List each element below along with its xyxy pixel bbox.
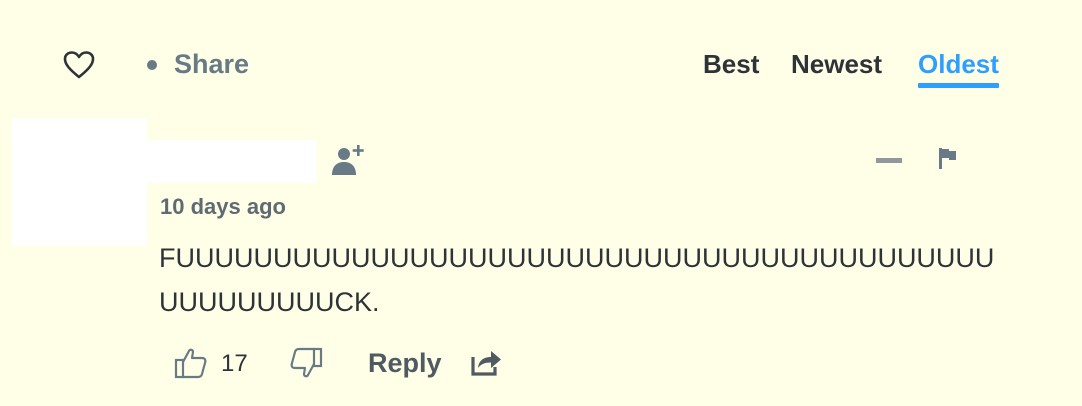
heart-icon[interactable] xyxy=(63,51,95,79)
sort-tab-oldest[interactable]: Oldest xyxy=(918,47,999,81)
upvote-count: 17 xyxy=(221,350,248,377)
author-name-redacted[interactable] xyxy=(147,140,317,183)
comment-body-line: FUUUUUUUUUUUUUUUUUUUUUUUUUUUUUUUUUUUUUUU… xyxy=(159,243,995,273)
flag-icon[interactable] xyxy=(938,148,958,169)
comment-timestamp[interactable]: 10 days ago xyxy=(160,193,286,221)
reply-button[interactable]: Reply xyxy=(368,346,442,380)
sort-tab-newest[interactable]: Newest xyxy=(791,47,882,81)
comment-body-line: UUUUUUUUUCK. xyxy=(159,287,380,317)
share-button[interactable]: Share xyxy=(174,47,249,81)
thumbs-down-icon[interactable] xyxy=(289,347,323,379)
separator-dot xyxy=(147,60,157,70)
share-icon[interactable] xyxy=(470,347,502,377)
active-tab-indicator xyxy=(918,83,999,88)
avatar[interactable] xyxy=(12,118,147,246)
minus-icon[interactable] xyxy=(876,158,902,163)
thumbs-up-icon[interactable] xyxy=(174,347,208,379)
comment-body: FUUUUUUUUUUUUUUUUUUUUUUUUUUUUUUUUUUUUUUU… xyxy=(159,236,1019,324)
add-user-icon[interactable] xyxy=(331,143,367,176)
sort-tab-best[interactable]: Best xyxy=(703,47,759,81)
